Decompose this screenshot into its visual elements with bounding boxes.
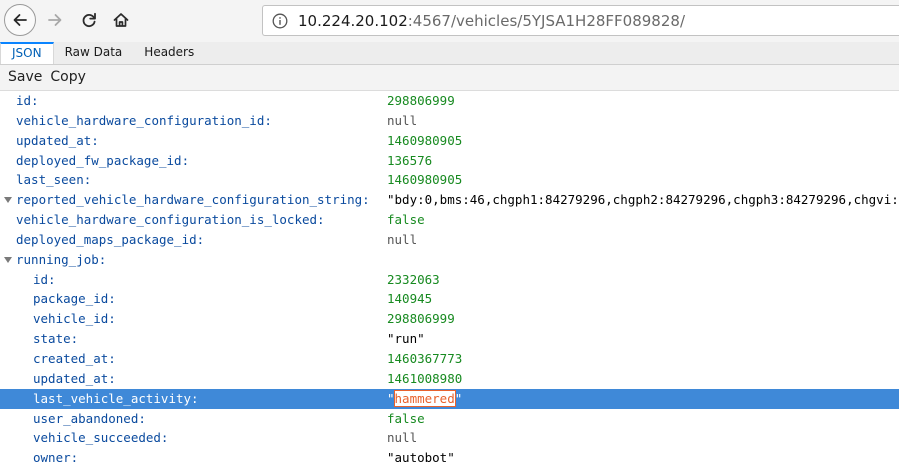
tree-row[interactable]: id: 298806999 bbox=[0, 91, 899, 111]
tree-key: reported_vehicle_hardware_configuration_… bbox=[16, 192, 370, 208]
url-text: 10.224.20.102:4567/vehicles/5YJSA1H28FF0… bbox=[298, 12, 685, 30]
twisty-expanded-icon[interactable] bbox=[4, 256, 12, 263]
tree-row[interactable]: deployed_maps_package_id: null bbox=[0, 230, 899, 250]
tree-row[interactable]: owner: "autobot" bbox=[0, 448, 899, 468]
back-arrow-icon bbox=[13, 14, 27, 26]
info-icon[interactable] bbox=[272, 13, 288, 29]
tree-value: false bbox=[387, 212, 425, 228]
tree-row[interactable]: vehicle_hardware_configuration_id: null bbox=[0, 111, 899, 131]
tree-value: null bbox=[387, 112, 418, 128]
tree-key: running_job: bbox=[16, 251, 107, 267]
highlighted-text: hammered bbox=[393, 389, 456, 407]
tree-key: vehicle_hardware_configuration_is_locked… bbox=[16, 212, 325, 228]
tree-key: deployed_fw_package_id: bbox=[16, 152, 190, 168]
tree-value: 298806999 bbox=[387, 311, 455, 327]
save-button[interactable]: Save bbox=[0, 65, 46, 90]
json-action-bar: Save Copy bbox=[0, 65, 899, 91]
tree-key: last_vehicle_activity: bbox=[33, 390, 199, 406]
tree-key: id: bbox=[33, 271, 56, 287]
url-path: :4567/vehicles/5YJSA1H28FF089828/ bbox=[407, 11, 685, 30]
tab-headers[interactable]: Headers bbox=[133, 42, 205, 64]
tree-value: null bbox=[387, 231, 418, 247]
home-button[interactable] bbox=[108, 7, 134, 33]
copy-button[interactable]: Copy bbox=[46, 65, 90, 90]
home-icon bbox=[113, 13, 129, 27]
tree-value: 1460980905 bbox=[387, 172, 463, 188]
tree-value: 2332063 bbox=[387, 271, 440, 287]
viewer-tabs: JSON Raw Data Headers bbox=[0, 42, 899, 65]
tree-row[interactable]: id: 2332063 bbox=[0, 270, 899, 290]
reload-button[interactable] bbox=[76, 7, 102, 33]
tree-key: last_seen: bbox=[16, 172, 92, 188]
tree-row[interactable]: reported_vehicle_hardware_configuration_… bbox=[0, 190, 899, 210]
tree-value: 1461008980 bbox=[387, 370, 463, 386]
tree-row[interactable]: last_seen: 1460980905 bbox=[0, 170, 899, 190]
tree-key: user_abandoned: bbox=[33, 410, 146, 426]
tree-value: 1460367773 bbox=[387, 350, 463, 366]
tree-row[interactable]: updated_at: 1461008980 bbox=[0, 369, 899, 389]
tree-key: vehicle_hardware_configuration_id: bbox=[16, 112, 272, 128]
tree-value: "autobot" bbox=[387, 450, 455, 466]
tree-key: state: bbox=[33, 331, 79, 347]
tab-raw-data[interactable]: Raw Data bbox=[54, 42, 134, 64]
tree-key: vehicle_succeeded: bbox=[33, 430, 169, 446]
url-bar[interactable]: 10.224.20.102:4567/vehicles/5YJSA1H28FF0… bbox=[262, 5, 899, 36]
tree-row[interactable]: deployed_fw_package_id: 136576 bbox=[0, 151, 899, 171]
tree-key: vehicle_id: bbox=[33, 311, 116, 327]
tree-row[interactable]: created_at: 1460367773 bbox=[0, 349, 899, 369]
tree-row[interactable]: user_abandoned: false bbox=[0, 409, 899, 429]
forward-button[interactable] bbox=[42, 7, 68, 33]
tree-row[interactable]: vehicle_succeeded: null bbox=[0, 428, 899, 448]
tree-row[interactable]: vehicle_hardware_configuration_is_locked… bbox=[0, 210, 899, 230]
tree-key: id: bbox=[16, 93, 39, 108]
browser-toolbar: 10.224.20.102:4567/vehicles/5YJSA1H28FF0… bbox=[0, 0, 899, 43]
forward-arrow-icon bbox=[48, 14, 62, 26]
tree-key: created_at: bbox=[33, 350, 116, 366]
url-host: 10.224.20.102 bbox=[298, 11, 408, 30]
tree-value: 1460980905 bbox=[387, 132, 463, 148]
tab-json[interactable]: JSON bbox=[0, 42, 54, 64]
tree-row[interactable]: state: "run" bbox=[0, 329, 899, 349]
tree-value: false bbox=[387, 410, 425, 426]
json-tree: id: 298806999 vehicle_hardware_configurati… bbox=[0, 91, 899, 468]
tree-value: 298806999 bbox=[387, 93, 455, 108]
tree-value: null bbox=[387, 430, 418, 446]
tree-row[interactable]: package_id: 140945 bbox=[0, 289, 899, 309]
tree-key: updated_at: bbox=[33, 370, 116, 386]
tree-row[interactable]: running_job: bbox=[0, 250, 899, 270]
tree-value: "hammered" bbox=[387, 389, 463, 407]
tree-key: deployed_maps_package_id: bbox=[16, 231, 205, 247]
tree-key: package_id: bbox=[33, 291, 116, 307]
tree-row[interactable]: updated_at: 1460980905 bbox=[0, 131, 899, 151]
tree-value: "bdy:0,bms:46,chgph1:84279296,chgph2:842… bbox=[387, 192, 899, 208]
tree-value: 136576 bbox=[387, 152, 433, 168]
back-button[interactable] bbox=[4, 4, 36, 36]
tree-value: 140945 bbox=[387, 291, 433, 307]
twisty-expanded-icon[interactable] bbox=[4, 197, 12, 204]
tree-key: owner: bbox=[33, 450, 79, 466]
tree-row[interactable]: last_vehicle_activity: "hammered" bbox=[0, 388, 899, 409]
tree-value: "run" bbox=[387, 331, 425, 347]
tree-key: updated_at: bbox=[16, 132, 99, 148]
reload-icon bbox=[82, 12, 96, 28]
tree-row[interactable]: vehicle_id: 298806999 bbox=[0, 309, 899, 329]
